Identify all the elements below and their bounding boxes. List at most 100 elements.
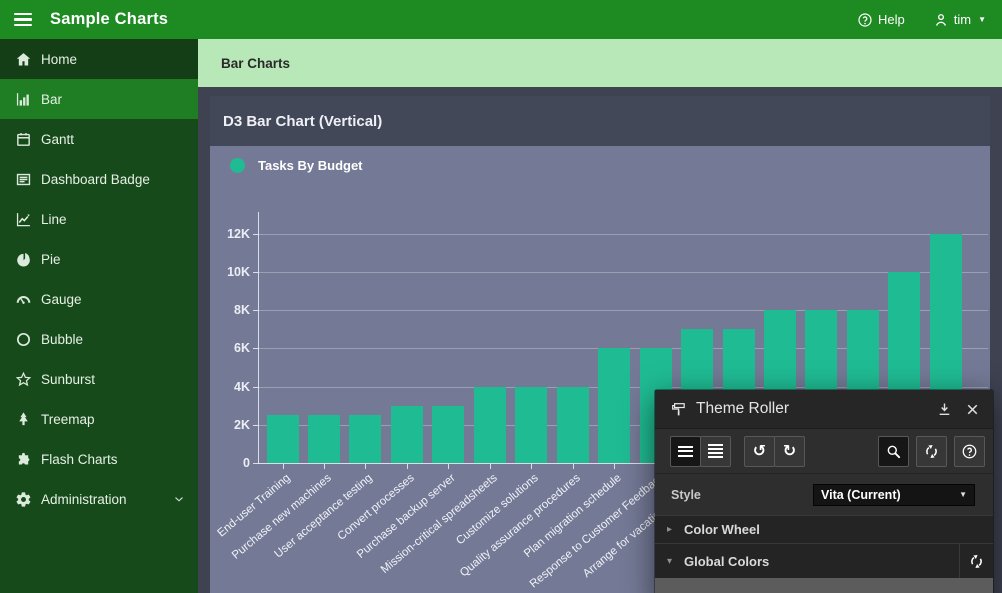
chart-panel-title: D3 Bar Chart (Vertical) — [223, 113, 382, 130]
section-refresh-button[interactable] — [959, 544, 993, 578]
help-menu[interactable]: Help — [857, 12, 905, 28]
y-axis-tick-label: 4K — [210, 379, 250, 395]
x-tick-mark — [283, 464, 284, 469]
y-axis-tick-label: 2K — [210, 417, 250, 433]
topbar-right: Help tim ▼ — [857, 12, 1002, 28]
search-button[interactable] — [878, 436, 909, 467]
sidebar-nav: Home Bar Gantt Dashboard Badge Line Pie Gauge B… — [0, 39, 198, 593]
y-gridline — [258, 234, 988, 235]
x-tick-mark — [407, 464, 408, 469]
chart-bar[interactable] — [308, 415, 340, 463]
section-global-colors[interactable]: ▾ Global Colors — [655, 543, 993, 578]
section-label: Global Colors — [684, 554, 769, 569]
density-comfortable-button[interactable] — [700, 436, 731, 467]
chart-bar[interactable] — [515, 387, 547, 463]
theme-roller-section-body — [655, 578, 993, 593]
redo-button[interactable]: ↻ — [774, 436, 805, 467]
help-circle-icon — [857, 12, 873, 28]
search-icon — [885, 443, 902, 460]
refresh-button[interactable] — [916, 436, 947, 467]
y-gridline — [258, 272, 988, 273]
select-caret-icon: ▼ — [959, 490, 967, 499]
sidebar-item-gauge[interactable]: Gauge — [0, 279, 198, 319]
gauge-icon — [15, 291, 32, 308]
user-menu[interactable]: tim ▼ — [933, 12, 986, 28]
style-select[interactable]: Vita (Current) ▼ — [813, 484, 975, 506]
hamburger-menu-button[interactable] — [0, 0, 46, 39]
sidebar-item-label: Home — [41, 52, 77, 67]
y-axis-tick-label: 8K — [210, 302, 250, 318]
x-tick-mark — [324, 464, 325, 469]
sidebar-item-bar[interactable]: Bar — [0, 79, 198, 119]
style-select-value: Vita (Current) — [821, 488, 901, 502]
y-axis-tick-label: 10K — [210, 264, 250, 280]
sidebar-item-home[interactable]: Home — [0, 39, 198, 79]
app-title: Sample Charts — [50, 10, 168, 29]
sidebar-item-label: Treemap — [41, 412, 95, 427]
theme-roller-header[interactable]: Theme Roller — [655, 390, 993, 428]
help-button[interactable] — [954, 436, 985, 467]
help-label: Help — [878, 12, 905, 27]
hamburger-icon — [14, 13, 32, 15]
paint-roller-icon — [670, 401, 687, 418]
sidebar-item-label: Sunburst — [41, 372, 95, 387]
line-chart-icon — [15, 211, 32, 228]
chart-bar[interactable] — [267, 415, 299, 463]
chart-bar[interactable] — [391, 406, 423, 463]
redo-icon: ↻ — [783, 443, 796, 459]
four-lines-icon — [708, 444, 723, 458]
y-axis-line — [258, 212, 259, 464]
sidebar-item-label: Gantt — [41, 132, 74, 147]
badge-list-icon — [15, 171, 32, 188]
sidebar-item-treemap[interactable]: Treemap — [0, 399, 198, 439]
sidebar-item-label: Pie — [41, 252, 61, 267]
pie-chart-icon — [15, 251, 32, 268]
sidebar-item-label: Line — [41, 212, 67, 227]
chart-bar[interactable] — [349, 415, 381, 463]
chart-bar[interactable] — [598, 348, 630, 463]
sidebar-item-label: Administration — [41, 492, 127, 507]
sidebar-item-dashboard-badge[interactable]: Dashboard Badge — [0, 159, 198, 199]
x-tick-mark — [490, 464, 491, 469]
style-label: Style — [671, 488, 701, 502]
chevron-down-icon — [172, 492, 186, 506]
puzzle-icon — [15, 451, 32, 468]
question-circle-icon — [961, 443, 978, 460]
triangle-down-icon: ▾ — [667, 556, 679, 567]
three-lines-icon — [678, 446, 693, 457]
sidebar-item-gantt[interactable]: Gantt — [0, 119, 198, 159]
sidebar-item-flash-charts[interactable]: Flash Charts — [0, 439, 198, 479]
triangle-right-icon: ▸ — [667, 524, 679, 535]
theme-roller-panel: Theme Roller ↺ ↻ — [655, 390, 993, 593]
sidebar-item-label: Flash Charts — [41, 452, 118, 467]
sidebar-item-label: Bubble — [41, 332, 83, 347]
theme-roller-toolbar: ↺ ↻ — [655, 428, 993, 473]
app-root: Sample Charts Help tim ▼ Home Bar Gantt Das… — [0, 0, 1002, 593]
y-axis-tick-label: 12K — [210, 226, 250, 242]
theme-roller-sections: ▸Color Wheel ▾ Global Colors — [655, 515, 993, 578]
sidebar-item-label: Gauge — [41, 292, 82, 307]
gear-icon — [15, 491, 32, 508]
sidebar-item-line[interactable]: Line — [0, 199, 198, 239]
sidebar-item-label: Dashboard Badge — [41, 172, 150, 187]
download-theme-button[interactable] — [936, 401, 953, 418]
section-color-wheel[interactable]: ▸Color Wheel — [655, 515, 993, 543]
sidebar-item-bubble[interactable]: Bubble — [0, 319, 198, 359]
refresh-icon — [923, 443, 940, 460]
chart-bar[interactable] — [474, 387, 506, 463]
breadcrumb-label: Bar Charts — [221, 56, 290, 71]
undo-icon: ↺ — [753, 443, 766, 459]
chart-bar[interactable] — [432, 406, 464, 463]
theme-roller-title: Theme Roller — [696, 400, 789, 418]
chart-bar[interactable] — [557, 387, 589, 463]
close-icon[interactable] — [964, 401, 981, 418]
x-tick-mark — [614, 464, 615, 469]
undo-button[interactable]: ↺ — [744, 436, 775, 467]
sidebar-item-pie[interactable]: Pie — [0, 239, 198, 279]
density-compact-button[interactable] — [670, 436, 701, 467]
y-axis-tick-label: 0 — [210, 455, 250, 471]
y-axis-tick-label: 6K — [210, 340, 250, 356]
chart-panel-header: D3 Bar Chart (Vertical) — [210, 96, 990, 146]
sidebar-item-sunburst[interactable]: Sunburst — [0, 359, 198, 399]
sidebar-item-administration[interactable]: Administration — [0, 479, 198, 519]
